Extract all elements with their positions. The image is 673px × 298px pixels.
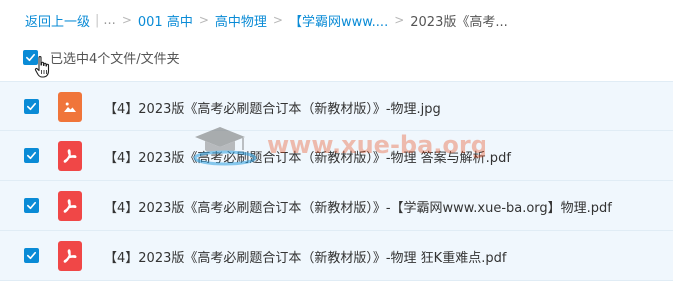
pdf-file-icon [58,141,82,171]
file-row[interactable]: 【4】2023版《高考必刷题合订本（新教材版）》-物理.jpg [0,81,673,131]
file-checkbox[interactable] [24,99,39,114]
file-row[interactable]: 【4】2023版《高考必刷题合订本（新教材版）》-物理 狂K重难点.pdf [0,231,673,281]
file-name[interactable]: 【4】2023版《高考必刷题合订本（新教材版）》-物理 答案与解析.pdf [104,131,511,181]
breadcrumb-ellipsis[interactable]: ... [103,13,115,28]
hand-cursor-icon [34,56,50,78]
file-name[interactable]: 【4】2023版《高考必刷题合订本（新教材版）》-【学霸网www.xue-ba.… [104,181,612,231]
chevron-right-icon: > [121,13,132,27]
breadcrumb-item-current: 2023版《高考... [410,14,508,30]
file-list: 【4】2023版《高考必刷题合订本（新教材版）》-物理.jpg 【4】2023版… [0,81,673,281]
breadcrumb-divider: | [95,12,100,28]
file-row[interactable]: 【4】2023版《高考必刷题合订本（新教材版）》-物理 答案与解析.pdf [0,131,673,181]
image-file-icon [58,92,82,122]
file-row[interactable]: 【4】2023版《高考必刷题合订本（新教材版）》-【学霸网www.xue-ba.… [0,181,673,231]
check-icon [27,251,36,260]
file-checkbox[interactable] [24,148,39,163]
check-icon [27,102,36,111]
breadcrumb-back-link[interactable]: 返回上一级 [25,11,90,30]
breadcrumb-item-high-school-physics[interactable]: 高中物理 [215,11,267,30]
file-checkbox[interactable] [24,248,39,263]
breadcrumb-item-001-high-school[interactable]: 001 高中 [138,11,193,30]
file-name[interactable]: 【4】2023版《高考必刷题合订本（新教材版）》-物理 狂K重难点.pdf [104,231,506,281]
breadcrumb-item-xueba-folder[interactable]: 【学霸网www.... [289,11,388,30]
file-checkbox[interactable] [24,198,39,213]
chevron-right-icon: > [198,13,209,27]
selection-count-text: 已选中4个文件/文件夹 [50,51,180,67]
pdf-file-icon [58,191,82,221]
pdf-file-icon [58,241,82,271]
chevron-right-icon: > [394,13,405,27]
breadcrumb: 返回上一级 | ... > 001 高中 > 高中物理 > 【学霸网www...… [25,10,508,30]
check-icon [27,201,36,210]
chevron-right-icon: > [272,13,283,27]
file-name[interactable]: 【4】2023版《高考必刷题合订本（新教材版）》-物理.jpg [104,82,441,132]
check-icon [27,151,36,160]
